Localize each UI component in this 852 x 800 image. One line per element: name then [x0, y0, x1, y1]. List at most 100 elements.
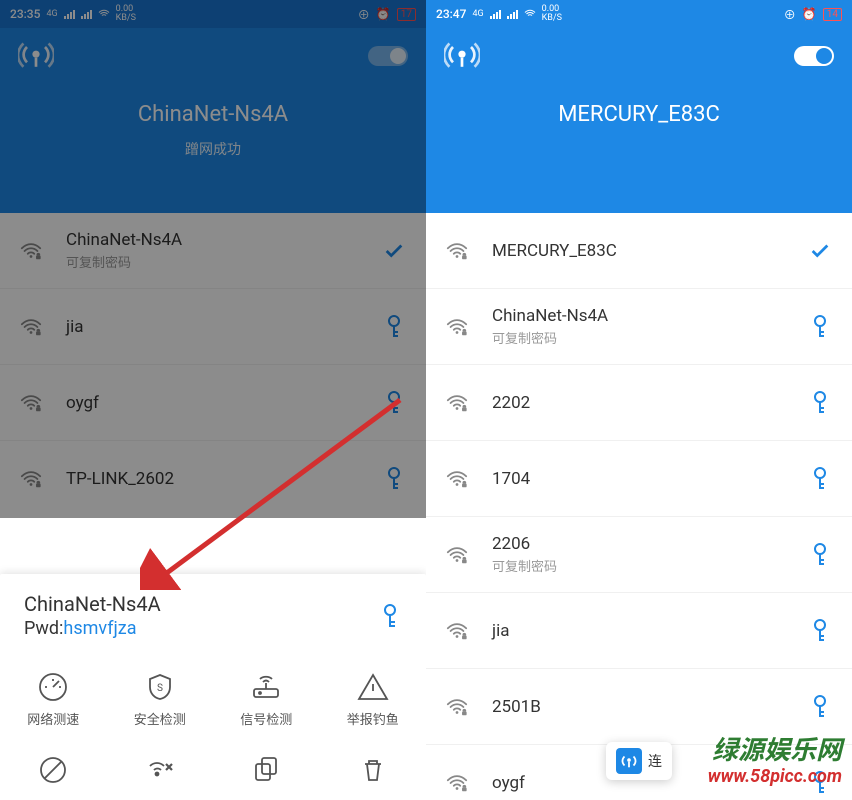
status-bar: 23:47 4G 0.00KB/S ⊕ ⏰ 14 [426, 0, 852, 28]
phone-right: 23:47 4G 0.00KB/S ⊕ ⏰ 14 MERCURY_E83C ME… [426, 0, 852, 800]
header-subtitle: 蹭网成功 [185, 139, 241, 159]
watermark-line2: www.58picc.com [708, 767, 842, 788]
action-shield[interactable]: S安全检测 [107, 663, 214, 736]
wifi-name: MERCURY_E83C [492, 241, 808, 261]
wifi-signal-icon [446, 620, 468, 642]
router-icon [250, 671, 282, 703]
disconnect-icon [144, 754, 176, 786]
wifi-name: 2202 [492, 393, 808, 413]
copy-icon [250, 754, 282, 786]
lock-icon: ⊕ [358, 6, 370, 23]
status-time: 23:47 [436, 7, 466, 21]
signal-icon-2 [81, 9, 92, 19]
wifi-name: oygf [66, 393, 382, 413]
wifi-signal-icon [446, 772, 468, 794]
status-time: 23:35 [10, 7, 40, 21]
wifi-item[interactable]: ChinaNet-Ns4A 可复制密码 [0, 213, 426, 289]
wifi-subtitle: 可复制密码 [492, 556, 808, 575]
status-speed: 0.00KB/S [116, 5, 136, 23]
status-speed: 0.00KB/S [542, 5, 562, 23]
header-title: ChinaNet-Ns4A [138, 102, 288, 127]
watermark: 绿源娱乐网 www.58picc.com [708, 737, 842, 788]
popup-actions-row2 [0, 742, 426, 800]
warn-icon [357, 671, 389, 703]
wifi-name: 1704 [492, 469, 808, 489]
wifi-name: TP-LINK_2602 [66, 469, 382, 489]
wifi-name: ChinaNet-Ns4A [66, 230, 382, 250]
wifi-action-check[interactable] [382, 239, 406, 263]
signal-icon [64, 9, 75, 19]
wifi-name: ChinaNet-Ns4A [492, 306, 808, 326]
wifi-item[interactable]: jia [426, 593, 852, 669]
wifi-action-key[interactable] [808, 619, 832, 643]
wifi-signal-icon [446, 240, 468, 262]
popup-actions-row1: 网络测速 S安全检测信号检测 举报钓鱼 [0, 653, 426, 742]
wifi-item[interactable]: jia [0, 289, 426, 365]
wifi-icon [98, 8, 110, 20]
wifi-name: 2501B [492, 697, 808, 717]
speed-icon [37, 671, 69, 703]
wifi-list: MERCURY_E83CChinaNet-Ns4A可复制密码2202170422… [426, 213, 852, 800]
wifi-action-key[interactable] [808, 543, 832, 567]
watermark-line1: 绿源娱乐网 [708, 737, 842, 767]
action-speed[interactable]: 网络测速 [0, 663, 107, 736]
wifi-action-key[interactable] [382, 315, 406, 339]
signal-icon-2 [507, 9, 518, 19]
wifi-item[interactable]: 2206 可复制密码 [426, 517, 852, 593]
wifi-name: jia [66, 317, 382, 337]
action-trash[interactable] [320, 746, 427, 794]
block-icon [37, 754, 69, 786]
wifi-signal-icon [20, 240, 42, 262]
lock-icon: ⊕ [784, 6, 796, 23]
alarm-icon: ⏰ [376, 7, 391, 21]
wifi-action-key[interactable] [382, 391, 406, 415]
shield-icon: S [144, 671, 176, 703]
action-router[interactable]: 信号检测 [213, 663, 320, 736]
wifi-item[interactable]: 2202 [426, 365, 852, 441]
pwd-value[interactable]: hsmvfjza [63, 618, 136, 639]
action-label: 举报钓鱼 [347, 709, 399, 728]
wifi-action-key[interactable] [382, 467, 406, 491]
popup-key-icon[interactable] [378, 604, 402, 628]
wifi-item[interactable]: TP-LINK_2602 [0, 441, 426, 517]
toggle-switch[interactable] [794, 46, 834, 66]
wifi-signal-icon [20, 392, 42, 414]
action-disconnect[interactable] [107, 746, 214, 794]
action-copy[interactable] [213, 746, 320, 794]
alarm-icon: ⏰ [802, 7, 817, 21]
action-label: 信号检测 [240, 709, 292, 728]
wifi-item[interactable]: 2501B [426, 669, 852, 745]
wifi-detail-popup: ChinaNet-Ns4A Pwd:hsmvfjza 网络测速 S安全检测信号检测… [0, 574, 426, 800]
action-warn[interactable]: 举报钓鱼 [320, 663, 427, 736]
wifi-signal-icon [446, 316, 468, 338]
wifi-signal-icon [20, 316, 42, 338]
action-label: 网络测速 [27, 709, 79, 728]
wifi-item[interactable]: MERCURY_E83C [426, 213, 852, 289]
popup-password-row: Pwd:hsmvfjza [24, 618, 161, 639]
fab-text: 连 [648, 751, 662, 771]
wifi-action-key[interactable] [808, 695, 832, 719]
phone-left: 23:35 4G 0.00KB/S ⊕ ⏰ 17 ChinaNet-Ns4A 蹭… [0, 0, 426, 800]
status-net: 4G [46, 10, 57, 19]
popup-wifi-name: ChinaNet-Ns4A [24, 592, 161, 616]
toggle-switch[interactable] [368, 46, 408, 66]
wifi-action-check[interactable] [808, 239, 832, 263]
wifi-list: ChinaNet-Ns4A 可复制密码 jia oygf TP-LINK_2602 [0, 213, 426, 517]
header-title: MERCURY_E83C [558, 102, 720, 127]
wifi-signal-icon [446, 696, 468, 718]
fab-broadcast-icon [616, 748, 642, 774]
wifi-item[interactable]: 1704 [426, 441, 852, 517]
wifi-action-key[interactable] [808, 467, 832, 491]
wifi-subtitle: 可复制密码 [66, 252, 382, 271]
wifi-item[interactable]: oygf [0, 365, 426, 441]
wifi-action-key[interactable] [808, 315, 832, 339]
connect-fab[interactable]: 连 [606, 742, 672, 780]
action-block[interactable] [0, 746, 107, 794]
wifi-name: 2206 [492, 534, 808, 554]
wifi-item[interactable]: ChinaNet-Ns4A可复制密码 [426, 289, 852, 365]
status-net: 4G [472, 10, 483, 19]
wifi-action-key[interactable] [808, 391, 832, 415]
battery-badge: 17 [397, 8, 416, 21]
status-bar: 23:35 4G 0.00KB/S ⊕ ⏰ 17 [0, 0, 426, 28]
battery-badge: 14 [823, 8, 842, 21]
